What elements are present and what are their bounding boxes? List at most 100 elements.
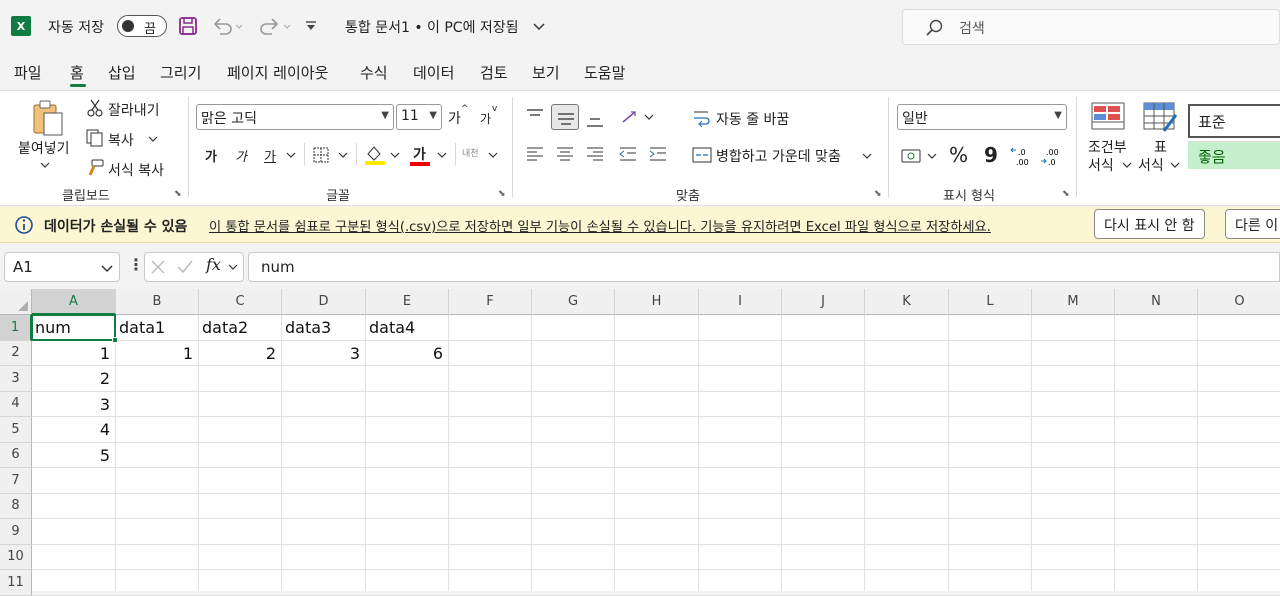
chevron-down-icon[interactable] xyxy=(644,113,654,121)
format-as-table-icon[interactable] xyxy=(1142,101,1178,135)
tab-insert[interactable]: 삽입 xyxy=(108,62,136,83)
number-launcher-icon[interactable]: ⬊ xyxy=(1062,189,1070,199)
alignment-launcher-icon[interactable]: ⬊ xyxy=(874,189,882,199)
merge-center-icon[interactable] xyxy=(692,146,712,164)
cell-a2[interactable]: 1 xyxy=(32,341,110,366)
fill-handle[interactable] xyxy=(112,336,118,343)
tab-home[interactable]: 홈 xyxy=(70,62,84,83)
chevron-down-icon[interactable] xyxy=(862,152,872,160)
select-all-button[interactable] xyxy=(0,289,32,315)
phonetic-button[interactable]: 내천 xyxy=(462,146,479,159)
format-as-table-label-2[interactable]: 서식 xyxy=(1138,155,1164,175)
cell-d2[interactable]: 3 xyxy=(282,341,360,366)
more-options-icon[interactable]: ⋮ xyxy=(128,255,144,274)
name-box[interactable]: A1 xyxy=(4,252,120,282)
cell-d1[interactable]: data3 xyxy=(285,315,331,340)
row-header-2[interactable]: 2 xyxy=(0,340,32,366)
tab-review[interactable]: 검토 xyxy=(480,62,508,83)
font-launcher-icon[interactable]: ⬊ xyxy=(498,189,506,199)
chevron-down-icon[interactable] xyxy=(437,151,447,159)
tab-help[interactable]: 도움말 xyxy=(584,62,625,83)
cancel-icon[interactable] xyxy=(150,259,166,275)
chevron-down-icon[interactable] xyxy=(1170,161,1180,169)
column-header-i[interactable]: I xyxy=(699,289,782,315)
column-header-d[interactable]: D xyxy=(282,289,366,315)
cell-c2[interactable]: 2 xyxy=(199,341,276,366)
align-top-icon[interactable] xyxy=(525,107,545,125)
dont-show-again-button[interactable]: 다시 표시 안 함 xyxy=(1094,209,1205,239)
align-left-icon[interactable] xyxy=(525,145,545,163)
save-icon[interactable] xyxy=(178,16,198,36)
orientation-icon[interactable] xyxy=(620,108,640,126)
cut-icon[interactable] xyxy=(86,99,104,117)
insert-function-button[interactable]: fx xyxy=(206,255,221,274)
autosave-toggle[interactable]: 끔 xyxy=(117,15,167,37)
style-good[interactable]: 좋음 xyxy=(1188,141,1280,169)
search-box[interactable]: 검색 xyxy=(902,9,1280,45)
format-painter-button[interactable]: 서식 복사 xyxy=(108,160,164,180)
chevron-down-icon[interactable] xyxy=(228,263,238,271)
bold-button[interactable]: 가 xyxy=(205,146,217,165)
row-header-10[interactable]: 10 xyxy=(0,544,32,570)
conditional-formatting-label-2[interactable]: 서식 xyxy=(1088,155,1114,175)
document-title[interactable]: 통합 문서1 • 이 PC에 저장됨 xyxy=(345,17,519,37)
cell-a5[interactable]: 4 xyxy=(32,417,110,442)
fill-color-icon[interactable] xyxy=(364,144,386,166)
enter-icon[interactable] xyxy=(176,259,194,275)
chevron-down-icon[interactable] xyxy=(338,151,348,159)
wrap-text-icon[interactable] xyxy=(692,108,712,128)
conditional-formatting-icon[interactable] xyxy=(1090,101,1126,133)
tab-data[interactable]: 데이터 xyxy=(413,62,454,83)
cell-b1[interactable]: data1 xyxy=(119,315,165,340)
paste-button[interactable]: 붙여넣기 xyxy=(18,138,70,158)
column-header-e[interactable]: E xyxy=(366,289,449,315)
tab-formulas[interactable]: 수식 xyxy=(360,62,388,83)
row-header-6[interactable]: 6 xyxy=(0,442,32,468)
column-header-o[interactable]: O xyxy=(1198,289,1280,315)
cell-c1[interactable]: data2 xyxy=(202,315,248,340)
chevron-down-icon[interactable] xyxy=(533,22,545,32)
column-header-n[interactable]: N xyxy=(1115,289,1198,315)
format-as-table-label[interactable]: 표 xyxy=(1154,137,1167,157)
percent-style-button[interactable]: % xyxy=(949,143,968,167)
row-header-9[interactable]: 9 xyxy=(0,519,32,545)
merge-center-button[interactable]: 병합하고 가운데 맞춤 xyxy=(716,146,841,166)
style-normal[interactable]: 표준 xyxy=(1188,104,1280,138)
tab-file[interactable]: 파일 xyxy=(14,62,42,83)
row-header-4[interactable]: 4 xyxy=(0,391,32,417)
column-header-j[interactable]: J xyxy=(782,289,865,315)
chevron-down-icon[interactable] xyxy=(40,161,50,169)
column-header-a[interactable]: A xyxy=(32,289,116,315)
align-middle-button[interactable] xyxy=(551,104,579,130)
cell-a3[interactable]: 2 xyxy=(32,366,110,391)
align-center-icon[interactable] xyxy=(555,145,575,163)
chevron-down-icon[interactable] xyxy=(286,151,296,159)
font-color-button[interactable]: 가 xyxy=(413,144,426,164)
chevron-down-icon[interactable] xyxy=(148,135,158,143)
decrease-decimal-icon[interactable]: .00 .0 xyxy=(1040,145,1064,167)
decrease-indent-icon[interactable] xyxy=(618,145,638,163)
column-header-c[interactable]: C xyxy=(199,289,282,315)
accounting-format-icon[interactable] xyxy=(901,147,923,165)
borders-icon[interactable] xyxy=(312,146,332,164)
cell-b2[interactable]: 1 xyxy=(116,341,193,366)
row-header-1[interactable]: 1 xyxy=(0,315,32,341)
font-size-dropdown[interactable]: 11 ▼ xyxy=(396,104,442,130)
align-right-icon[interactable] xyxy=(585,145,605,163)
paste-icon[interactable] xyxy=(30,99,66,139)
align-bottom-icon[interactable] xyxy=(585,109,605,129)
column-header-m[interactable]: M xyxy=(1032,289,1115,315)
save-as-button[interactable]: 다른 이 xyxy=(1225,209,1280,239)
copy-icon[interactable] xyxy=(86,129,104,147)
row-header-3[interactable]: 3 xyxy=(0,366,32,392)
column-header-g[interactable]: G xyxy=(532,289,615,315)
undo-icon[interactable] xyxy=(212,16,242,36)
column-header-b[interactable]: B xyxy=(116,289,199,315)
format-painter-icon[interactable] xyxy=(86,159,104,177)
spreadsheet-grid[interactable]: A B C D E F G H I J K L M N O 1 2 3 4 5 6 7 8 9 10 11 num data1 data… xyxy=(0,289,1280,596)
row-header-5[interactable]: 5 xyxy=(0,417,32,443)
cell-a4[interactable]: 3 xyxy=(32,392,110,417)
chevron-down-icon[interactable] xyxy=(927,152,937,160)
copy-button[interactable]: 복사 xyxy=(108,130,134,150)
tab-page-layout[interactable]: 페이지 레이아웃 xyxy=(227,62,328,83)
